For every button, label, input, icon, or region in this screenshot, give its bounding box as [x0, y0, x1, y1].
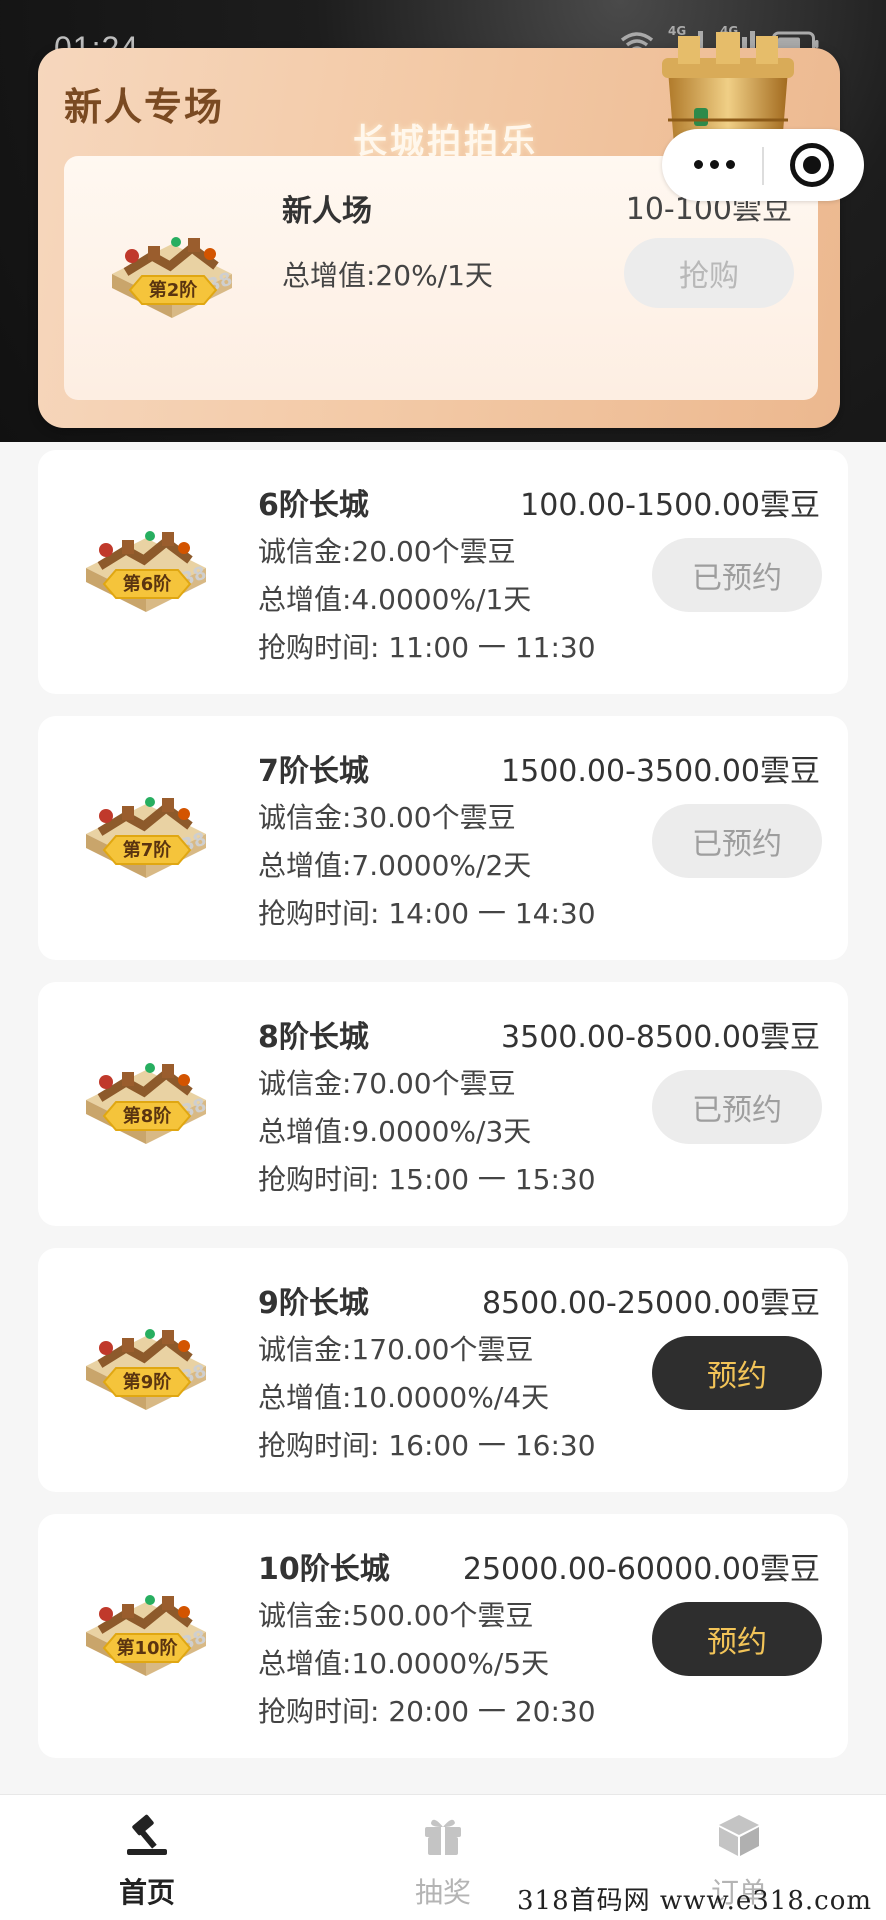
great-wall-tier-thumbnail: 38 第10阶	[86, 1595, 209, 1676]
product-title: 8阶长城	[258, 1020, 369, 1055]
great-wall-tier-thumbnail: 38 第2阶	[112, 237, 235, 318]
promo-title: 新人专场	[64, 85, 225, 129]
product-sale-time: 抢购时间: 14:00 一 14:30	[258, 897, 596, 930]
tier-badge: 第9阶	[123, 1371, 173, 1393]
reserve-button[interactable]: 预约	[652, 1336, 822, 1410]
product-price-range: 100.00-1500.00雲豆	[520, 488, 820, 523]
product-title: 6阶长城	[258, 488, 369, 523]
product-card: 38 第6阶 6阶长城 100.00-1500.00雲豆 诚信金:20.00个雲…	[38, 450, 848, 694]
product-price-range: 25000.00-60000.00雲豆	[462, 1552, 820, 1587]
product-title: 9阶长城	[258, 1286, 369, 1321]
promo-item-name: 新人场	[282, 194, 372, 229]
product-deposit: 诚信金:30.00个雲豆	[258, 801, 516, 834]
product-card: 38 第9阶 9阶长城 8500.00-25000.00雲豆 诚信金:170.0…	[38, 1248, 848, 1492]
product-price-range: 8500.00-25000.00雲豆	[481, 1286, 820, 1321]
box-icon	[719, 1815, 759, 1856]
product-gain: 总增值:7.0000%/2天	[258, 849, 532, 882]
product-card: 38 第10阶 10阶长城 25000.00-60000.00雲豆 诚信金:50…	[38, 1514, 848, 1758]
watermark-text: 318首码网 www.e318.com	[517, 1886, 872, 1916]
tier-badge: 第6阶	[123, 573, 173, 595]
reserve-button[interactable]: 已预约	[652, 804, 822, 878]
product-sale-time: 抢购时间: 11:00 一 11:30	[258, 631, 596, 664]
newcomer-promo-card: 新人专场 长城拍拍乐 38 第2阶 新人场 总增值:20%/1天 10-100雲…	[38, 32, 840, 428]
product-gain: 总增值:9.0000%/3天	[258, 1115, 532, 1148]
product-title: 7阶长城	[258, 754, 369, 789]
product-gain: 总增值:4.0000%/1天	[258, 583, 532, 616]
great-wall-tier-thumbnail: 38 第6阶	[86, 531, 209, 612]
tier-badge: 第2阶	[149, 279, 199, 301]
reserve-button[interactable]: 已预约	[652, 1070, 822, 1144]
product-sale-time: 抢购时间: 16:00 一 16:30	[258, 1429, 596, 1462]
product-title: 10阶长城	[258, 1552, 390, 1587]
product-sale-time: 抢购时间: 15:00 一 15:30	[258, 1163, 596, 1196]
product-price-range: 1500.00-3500.00雲豆	[501, 754, 820, 789]
product-card: 38 第8阶 8阶长城 3500.00-8500.00雲豆 诚信金:70.00个…	[38, 982, 848, 1226]
auction-hammer-icon	[127, 1814, 167, 1855]
product-deposit: 诚信金:170.00个雲豆	[258, 1333, 534, 1366]
promo-buy-button[interactable]: 抢购	[624, 238, 794, 308]
promo-item-gain: 总增值:20%/1天	[282, 259, 493, 292]
more-icon[interactable]	[694, 149, 744, 179]
product-price-range: 3500.00-8500.00雲豆	[501, 1020, 820, 1055]
product-gain: 总增值:10.0000%/4天	[258, 1381, 550, 1414]
product-sale-time: 抢购时间: 20:00 一 20:30	[258, 1695, 596, 1728]
tier-badge: 第8阶	[123, 1105, 173, 1127]
gift-icon	[425, 1819, 461, 1855]
great-wall-tier-thumbnail: 38 第7阶	[86, 797, 209, 878]
close-miniprogram-icon[interactable]	[790, 143, 834, 187]
miniprogram-capsule	[662, 129, 864, 201]
tab-lottery[interactable]: 抽奖	[368, 1813, 518, 1913]
product-deposit: 诚信金:70.00个雲豆	[258, 1067, 516, 1100]
reserve-button[interactable]: 已预约	[652, 538, 822, 612]
tab-home-label: 首页	[118, 1876, 175, 1909]
great-wall-tier-thumbnail: 38 第8阶	[86, 1063, 209, 1144]
capsule-divider	[762, 147, 764, 185]
great-wall-tier-thumbnail: 38 第9阶	[86, 1329, 209, 1410]
product-gain: 总增值:10.0000%/5天	[258, 1647, 550, 1680]
product-card: 38 第7阶 7阶长城 1500.00-3500.00雲豆 诚信金:30.00个…	[38, 716, 848, 960]
tier-badge: 第7阶	[123, 839, 173, 861]
header: 01:24 4G 4G	[0, 0, 886, 442]
product-deposit: 诚信金:500.00个雲豆	[258, 1599, 534, 1632]
tab-home[interactable]: 首页	[72, 1813, 222, 1913]
product-deposit: 诚信金:20.00个雲豆	[258, 535, 516, 568]
tier-badge: 第10阶	[116, 1637, 178, 1659]
tab-lottery-label: 抽奖	[414, 1876, 471, 1909]
reserve-button[interactable]: 预约	[652, 1602, 822, 1676]
